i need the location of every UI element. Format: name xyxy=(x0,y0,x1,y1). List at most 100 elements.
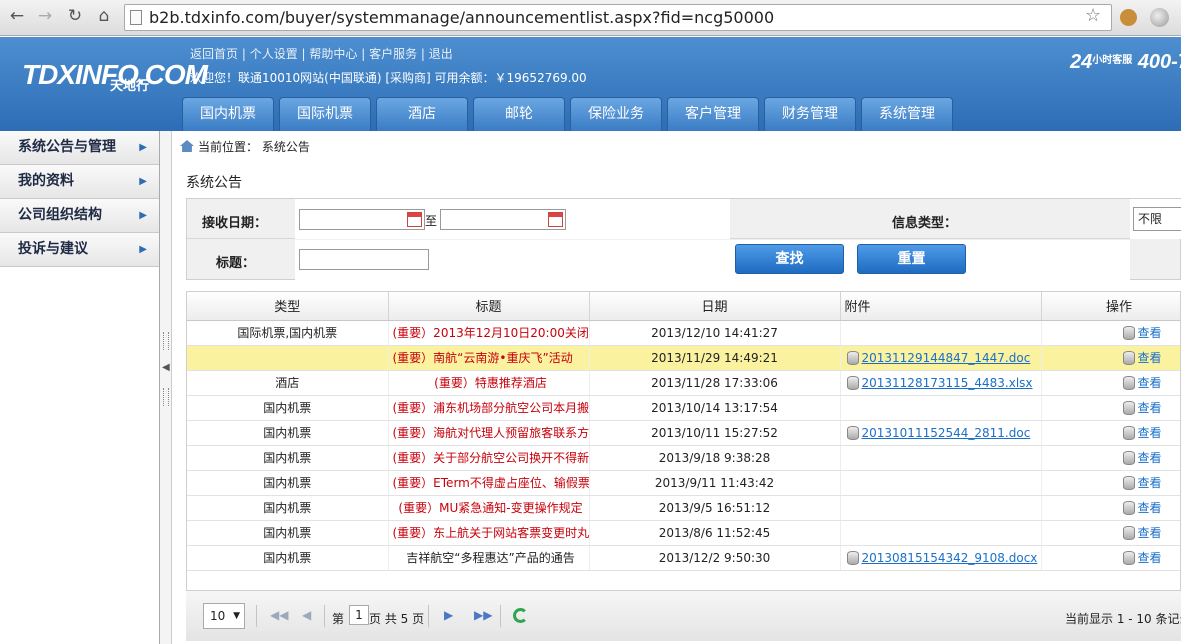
refresh-icon[interactable] xyxy=(513,608,528,623)
search-button[interactable]: 查找 xyxy=(735,244,844,274)
view-link[interactable]: 查看 xyxy=(1138,451,1162,465)
next-page-icon[interactable]: ▶ xyxy=(444,608,453,622)
attachment-link[interactable]: 20130815154342_9108.docx xyxy=(862,551,1038,565)
sidebar-item[interactable]: 投诉与建议 ▶ xyxy=(0,233,159,267)
nav-tab[interactable]: 客户管理 xyxy=(667,97,759,131)
view-link[interactable]: 查看 xyxy=(1138,401,1162,415)
view-action[interactable]: 查看 xyxy=(1041,495,1180,521)
table-row[interactable]: 国内机票 (重要）关于部分航空公司换开不得新 2013/9/18 9:38:28 查看 xyxy=(187,445,1180,471)
view-action[interactable]: 查看 xyxy=(1041,520,1180,546)
title-link[interactable]: (重要）MU紧急通知-变更操作规定 xyxy=(388,495,590,521)
reset-button[interactable]: 重置 xyxy=(857,244,966,274)
title-link[interactable]: (重要）关于部分航空公司换开不得新 xyxy=(388,445,590,471)
nav-tab[interactable]: 保险业务 xyxy=(570,97,662,131)
view-link[interactable]: 查看 xyxy=(1138,501,1162,515)
attachment-link[interactable]: 20131129144847_1447.doc xyxy=(862,351,1031,365)
column-header[interactable]: 类型 xyxy=(187,292,389,321)
attachment-cell xyxy=(840,445,1042,471)
table-row[interactable]: 国内机票 (重要）MU紧急通知-变更操作规定 2013/9/5 16:51:12 查看 xyxy=(187,495,1180,521)
info-type-select[interactable]: 不限 xyxy=(1133,207,1181,231)
nav-tab[interactable]: 邮轮 xyxy=(473,97,565,131)
sidebar-item[interactable]: 我的资料 ▶ xyxy=(0,165,159,199)
title-link[interactable]: (重要）2013年12月10日20:00关闭充值 xyxy=(388,320,590,346)
attachment-cell[interactable]: 20131129144847_1447.doc xyxy=(840,345,1042,371)
view-icon xyxy=(1122,326,1135,340)
cookie-extension-icon[interactable] xyxy=(1120,9,1137,26)
table-row[interactable]: 国内机票 (重要）海航对代理人预留旅客联系方式 2013/10/11 15:27:5… xyxy=(187,420,1180,446)
view-action[interactable]: 查看 xyxy=(1041,320,1180,346)
attachment-cell[interactable]: 20131011152544_2811.doc xyxy=(840,420,1042,446)
title-link[interactable]: 吉祥航空“多程惠达”产品的通告 xyxy=(388,545,590,571)
page-size-select[interactable]: 10 ▼ xyxy=(203,603,245,629)
table-row[interactable]: 国内机票 吉祥航空“多程惠达”产品的通告 2013/12/2 9:50:30 2013… xyxy=(187,545,1180,571)
calendar-icon[interactable] xyxy=(548,212,563,227)
view-link[interactable]: 查看 xyxy=(1138,476,1162,490)
top-link[interactable]: 帮助中心 xyxy=(309,47,357,61)
home-icon[interactable]: ⌂ xyxy=(93,6,115,26)
type-cell: 国内机票 xyxy=(187,520,389,546)
view-action[interactable]: 查看 xyxy=(1041,370,1180,396)
last-page-icon[interactable]: ▶▶ xyxy=(474,608,492,622)
title-link[interactable]: (重要）南航“云南游•重庆飞”活动 xyxy=(388,345,590,371)
nav-tab[interactable]: 国内机票 xyxy=(182,97,274,131)
attachment-cell[interactable]: 20131128173115_4483.xlsx xyxy=(840,370,1042,396)
top-link[interactable]: 客户服务 xyxy=(369,47,417,61)
table-row[interactable]: 国内机票 (重要）浦东机场部分航空公司本月搬迁 2013/10/14 13:17:5… xyxy=(187,395,1180,421)
view-action[interactable]: 查看 xyxy=(1041,445,1180,471)
title-link[interactable]: (重要）东上航关于网站客票变更时丸 xyxy=(388,520,590,546)
view-action[interactable]: 查看 xyxy=(1041,345,1180,371)
nav-tab[interactable]: 国际机票 xyxy=(279,97,371,131)
top-link[interactable]: 退出 xyxy=(429,47,453,61)
table-row[interactable]: 酒店 (重要）特惠推荐酒店 2013/11/28 17:33:06 201311281… xyxy=(187,370,1180,396)
view-action[interactable]: 查看 xyxy=(1041,420,1180,446)
first-page-icon[interactable]: ◀◀ xyxy=(270,608,288,622)
sidebar-item[interactable]: 系统公告与管理 ▶ xyxy=(0,131,159,165)
title-link[interactable]: (重要）特惠推荐酒店 xyxy=(388,370,590,396)
view-link[interactable]: 查看 xyxy=(1138,376,1162,390)
view-action[interactable]: 查看 xyxy=(1041,395,1180,421)
table-row[interactable]: 国内机票 (重要）ETerm不得虚占座位、输假票号 2013/9/11 11:43:… xyxy=(187,470,1180,496)
column-header[interactable]: 附件 xyxy=(840,292,1042,321)
nav-tab[interactable]: 系统管理 xyxy=(861,97,953,131)
back-icon[interactable]: ← xyxy=(6,6,28,26)
grip-icon xyxy=(163,388,169,406)
view-link[interactable]: 查看 xyxy=(1138,526,1162,540)
column-header[interactable]: 标题 xyxy=(388,292,590,321)
table-row[interactable]: 国内机票 (重要）东上航关于网站客票变更时丸 2013/8/6 11:52:45 查看 xyxy=(187,520,1180,546)
title-link[interactable]: (重要）ETerm不得虚占座位、输假票号 xyxy=(388,470,590,496)
view-link[interactable]: 查看 xyxy=(1138,551,1162,565)
prev-page-icon[interactable]: ◀ xyxy=(302,608,311,622)
table-row[interactable]: (重要）南航“云南游•重庆飞”活动 2013/11/29 14:49:21 2013… xyxy=(187,345,1180,371)
bookmark-star-icon[interactable]: ☆ xyxy=(1085,5,1101,26)
globe-extension-icon[interactable] xyxy=(1150,8,1169,27)
nav-tab[interactable]: 酒店 xyxy=(376,97,468,131)
address-bar[interactable]: b2b.tdxinfo.com/buyer/systemmanage/annou… xyxy=(124,4,1112,31)
attachment-cell[interactable]: 20130815154342_9108.docx xyxy=(840,545,1042,571)
view-action[interactable]: 查看 xyxy=(1041,470,1180,496)
title-input[interactable] xyxy=(299,249,429,270)
calendar-icon[interactable] xyxy=(407,212,422,227)
collapse-chevron-icon[interactable]: ◀ xyxy=(162,362,170,373)
title-link[interactable]: (重要）海航对代理人预留旅客联系方式 xyxy=(388,420,590,446)
attachment-link[interactable]: 20131011152544_2811.doc xyxy=(862,426,1031,440)
view-action[interactable]: 查看 xyxy=(1041,545,1180,571)
sidebar-item[interactable]: 公司组织结构 ▶ xyxy=(0,199,159,233)
date-cell: 2013/10/11 15:27:52 xyxy=(589,420,841,446)
date-from-input[interactable] xyxy=(299,209,425,230)
view-link[interactable]: 查看 xyxy=(1138,326,1162,340)
sidebar-splitter[interactable]: ◀ xyxy=(160,131,172,644)
attachment-link[interactable]: 20131128173115_4483.xlsx xyxy=(862,376,1033,390)
top-link[interactable]: 返回首页 xyxy=(190,47,238,61)
date-to-input[interactable] xyxy=(440,209,566,230)
view-link[interactable]: 查看 xyxy=(1138,351,1162,365)
column-header[interactable]: 日期 xyxy=(589,292,841,321)
column-header[interactable]: 操作 xyxy=(1041,292,1180,321)
view-link[interactable]: 查看 xyxy=(1138,426,1162,440)
reload-icon[interactable]: ↻ xyxy=(64,6,86,26)
nav-tab[interactable]: 财务管理 xyxy=(764,97,856,131)
forward-icon[interactable]: → xyxy=(34,6,56,26)
top-link[interactable]: 个人设置 xyxy=(250,47,298,61)
title-link[interactable]: (重要）浦东机场部分航空公司本月搬迁 xyxy=(388,395,590,421)
page-number-input[interactable]: 1 xyxy=(349,605,369,625)
table-row[interactable]: 国际机票,国内机票(重要）2013年12月10日20:00关闭充值2013/12… xyxy=(187,320,1180,346)
